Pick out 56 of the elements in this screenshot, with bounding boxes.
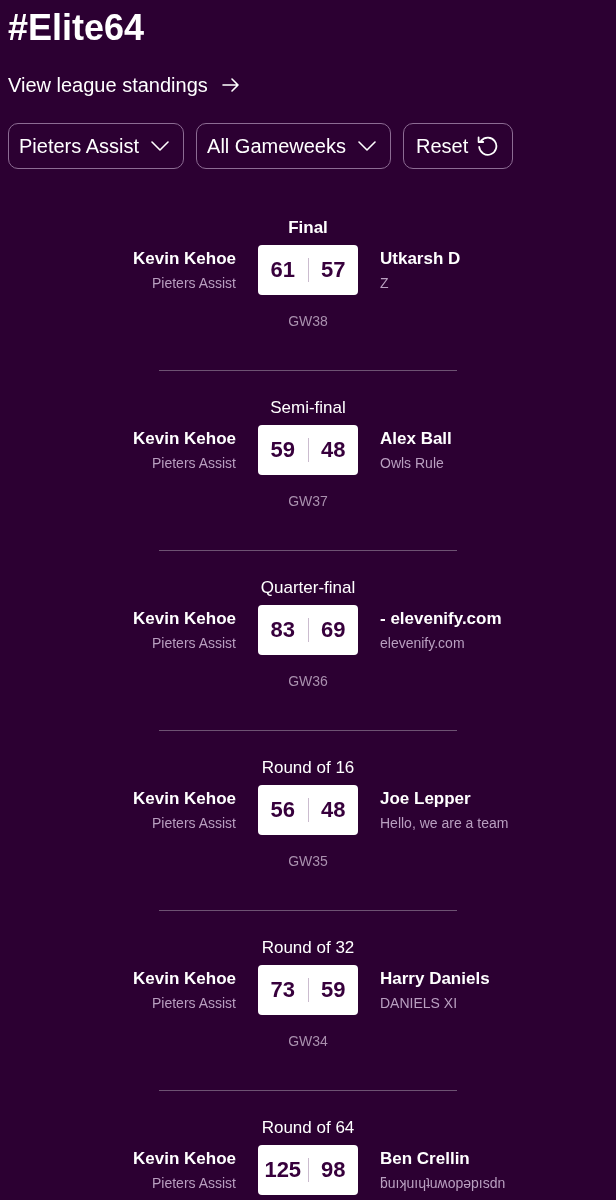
team-name: Pieters Assist <box>151 273 236 293</box>
manager-name: Ben Crellin <box>380 1147 470 1170</box>
manager-name: - elevenify.com <box>380 607 502 630</box>
team-name: DANIELS XI <box>380 993 458 1013</box>
team-name: Owls Rule <box>380 453 444 473</box>
team-name: Pieters Assist <box>151 1173 236 1193</box>
away-score: 57 <box>321 257 346 283</box>
gameweek-label: GW38 <box>288 312 328 330</box>
filter-dropdown[interactable]: All Gameweeks <box>196 123 391 169</box>
team-name: ƃuıʞuıɥʇuʍopǝpısdn <box>380 1173 506 1193</box>
round-title: Semi-final <box>270 397 346 419</box>
team-name: Pieters Assist <box>151 453 236 473</box>
arrow-right-icon <box>221 78 240 92</box>
gameweek-label: GW35 <box>288 852 328 870</box>
home-score: 73 <box>270 977 295 1003</box>
chevron-down-icon <box>358 141 376 151</box>
away-score: 48 <box>321 797 346 823</box>
manager-name: Utkarsh D <box>380 247 461 270</box>
manager-name: Harry Daniels <box>380 967 490 990</box>
league-title: #Elite64 <box>8 6 145 50</box>
away-score: 69 <box>321 617 346 643</box>
manager-name: Kevin Kehoe <box>133 787 236 810</box>
round-title: Final <box>288 217 328 239</box>
team-name: Pieters Assist <box>151 993 236 1013</box>
round-title: Quarter-final <box>260 577 356 599</box>
home-score: 61 <box>270 257 295 283</box>
round-title: Round of 16 <box>261 757 355 779</box>
team-name: Hello, we are a team <box>380 813 509 833</box>
away-score: 59 <box>321 977 346 1003</box>
team-name: Pieters Assist <box>151 633 236 653</box>
home-score: 83 <box>270 617 295 643</box>
gameweek-label: GW36 <box>288 672 328 690</box>
manager-name: Joe Lepper <box>380 787 471 810</box>
home-score: 125 <box>264 1157 302 1183</box>
home-score: 56 <box>270 797 295 823</box>
manager-name: Alex Ball <box>380 427 452 450</box>
chevron-down-icon <box>151 141 170 151</box>
reset-button[interactable]: Reset <box>403 123 514 169</box>
manager-name: Kevin Kehoe <box>133 607 236 630</box>
manager-name: Kevin Kehoe <box>133 247 236 270</box>
team-name: elevenify.com <box>380 633 465 653</box>
round-title: Round of 64 <box>261 1117 355 1139</box>
gameweek-label: GW37 <box>288 492 328 510</box>
home-score: 59 <box>270 437 295 463</box>
circular-arrow-icon <box>476 135 499 157</box>
filter-dropdown[interactable]: Pieters Assist <box>8 123 185 169</box>
manager-name: Kevin Kehoe <box>133 427 236 450</box>
manager-name: Kevin Kehoe <box>133 1147 236 1170</box>
team-name: Pieters Assist <box>151 813 236 833</box>
away-score: 48 <box>321 437 346 463</box>
manager-name: Kevin Kehoe <box>133 967 236 990</box>
standings-link[interactable]: View league standings <box>8 73 240 97</box>
away-score: 98 <box>321 1157 346 1183</box>
round-title: Round of 32 <box>261 937 355 959</box>
team-name: Z <box>380 273 389 293</box>
gameweek-label: GW34 <box>288 1032 328 1050</box>
